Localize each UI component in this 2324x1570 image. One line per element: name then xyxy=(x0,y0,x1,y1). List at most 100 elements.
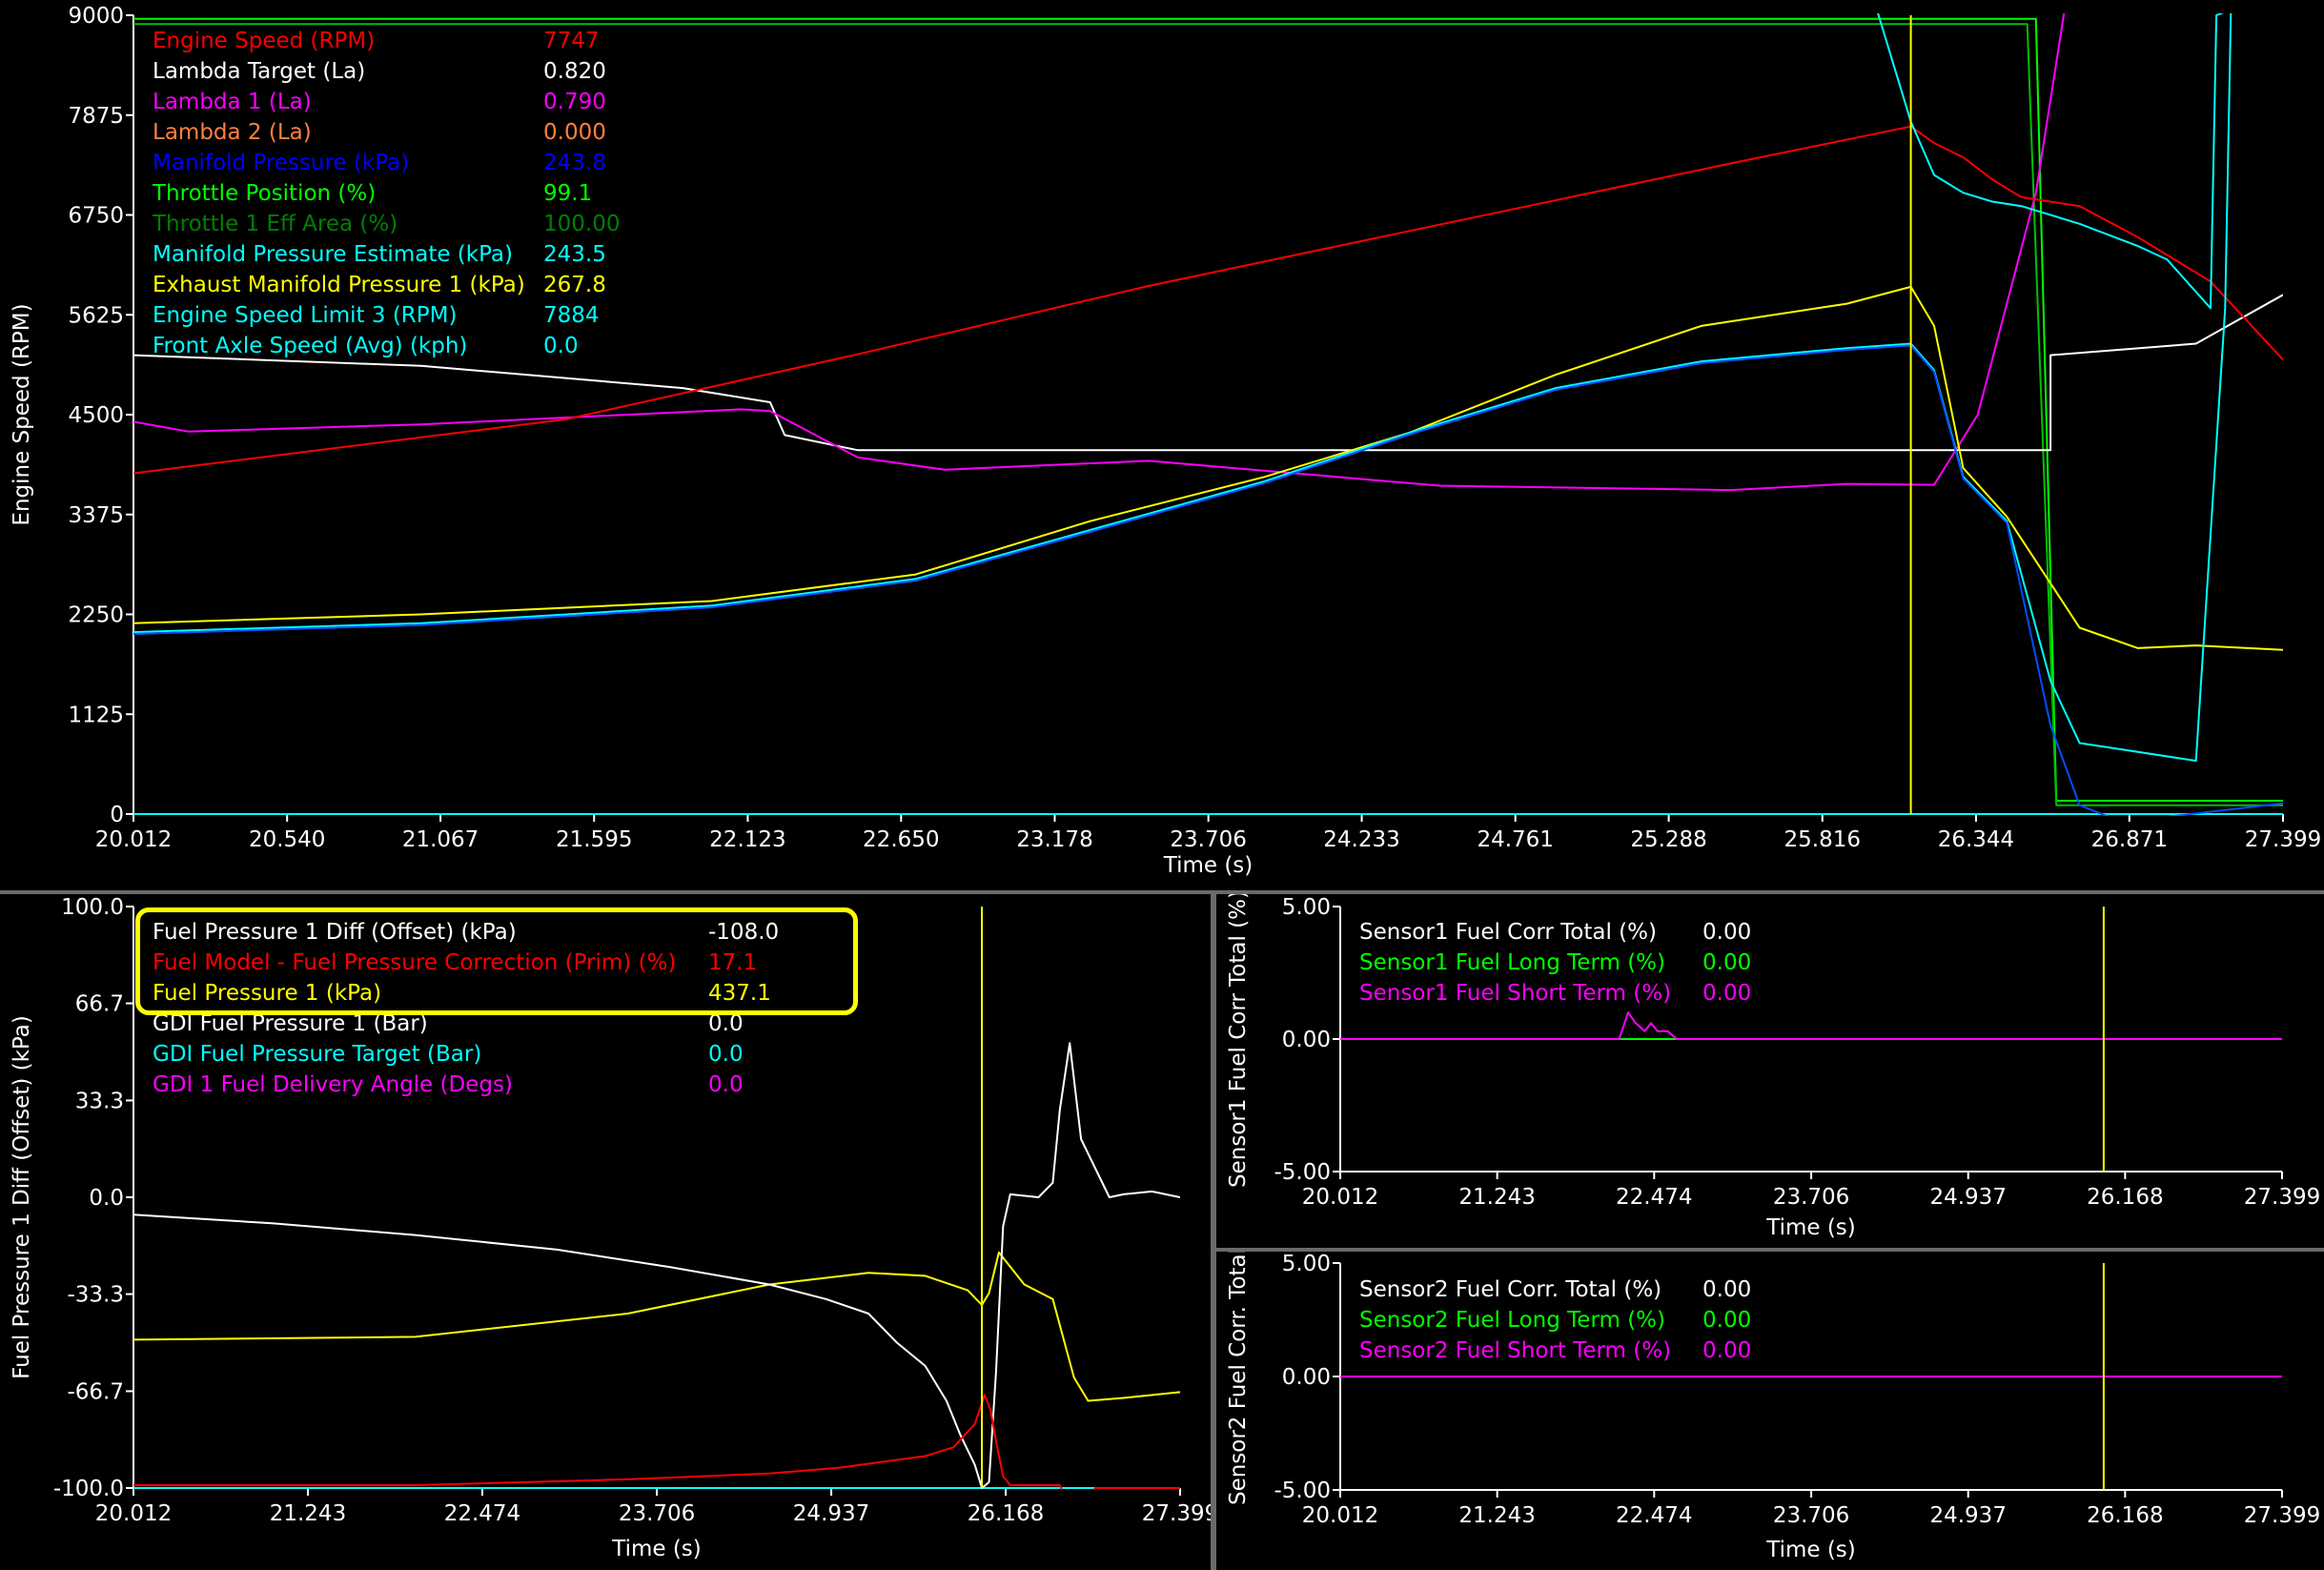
series-line-2 xyxy=(133,23,2283,806)
sensor1-fuel-corr-chart-panel[interactable]: 5.00 0.00 -5.00 20.012 21.243 22.474 23.706 24.… xyxy=(1216,894,2324,1248)
x-tick-label: 26.168 xyxy=(2087,1185,2163,1210)
legend-value: 0.00 xyxy=(1702,1338,1751,1363)
legend-label: Throttle Position (%) xyxy=(152,181,376,206)
y-tick-label: 100.0 xyxy=(61,895,124,920)
legend-label: GDI Fuel Pressure Target (Bar) xyxy=(153,1042,481,1067)
legend-label: Sensor1 Fuel Long Term (%) xyxy=(1359,950,1665,975)
y-tick-label: 5625 xyxy=(68,303,124,328)
x-tick-label: 25.288 xyxy=(1630,827,1706,852)
x-tick-label: 27.399 xyxy=(2244,1503,2320,1528)
series-line-1 xyxy=(133,1251,1180,1402)
legend-label: Manifold Pressure (kPa) xyxy=(153,151,409,175)
x-axis-label: Time (s) xyxy=(1163,853,1254,878)
y-axis-label: Sensor2 Fuel Corr. Total xyxy=(1226,1252,1251,1505)
x-axis-label: Time (s) xyxy=(1765,1538,1856,1562)
x-tick-label: 26.871 xyxy=(2091,827,2168,852)
x-tick-label: 20.012 xyxy=(95,1501,172,1526)
y-tick-label: -100.0 xyxy=(53,1477,124,1501)
series-line-2 xyxy=(133,1042,1180,1489)
y-tick-label: 5.00 xyxy=(1282,895,1331,920)
y-tick-label: 1125 xyxy=(68,703,124,727)
vertical-divider[interactable] xyxy=(1211,894,1216,1570)
y-axis-label: Fuel Pressure 1 Diff (Offset) (kPa) xyxy=(10,1015,34,1379)
y-axis-label: Sensor1 Fuel Corr Total (%) xyxy=(1226,894,1251,1188)
legend-value: 243.5 xyxy=(543,242,606,267)
y-tick-label: 4500 xyxy=(68,403,124,428)
y-tick-label: -5.00 xyxy=(1274,1478,1331,1503)
legend-value: 0.00 xyxy=(1702,1277,1751,1302)
x-tick-label: 27.399 xyxy=(2244,1185,2320,1210)
legend-label: GDI 1 Fuel Delivery Angle (Degs) xyxy=(153,1072,513,1097)
engine-chart-panel[interactable]: 9000 7875 6750 5625 4500 3375 2250 1125 0 20.012 2… xyxy=(0,0,2324,890)
engine-chart-svg[interactable]: 9000 7875 6750 5625 4500 3375 2250 1125 020.012 2… xyxy=(0,0,2324,890)
x-tick-label: 22.474 xyxy=(1616,1503,1692,1528)
x-tick-label: 20.540 xyxy=(249,827,325,852)
x-tick-label: 22.123 xyxy=(709,827,785,852)
y-tick-label: 0.0 xyxy=(89,1186,124,1211)
sensor2-fuel-corr-chart-panel[interactable]: 5.00 0.00 -5.00 20.012 21.243 22.474 23.706 24.… xyxy=(1216,1252,2324,1570)
series-line-1 xyxy=(133,17,2283,802)
legend-label: Lambda Target (La) xyxy=(153,59,365,84)
x-tick-label: 21.243 xyxy=(1458,1503,1535,1528)
legend-label: Engine Speed Limit 3 (RPM) xyxy=(153,303,457,328)
legend-value: 7747 xyxy=(543,29,600,53)
legend-value: 100.00 xyxy=(543,212,620,236)
y-tick-label: -33.3 xyxy=(67,1283,124,1308)
legend-label: Lambda 1 (La) xyxy=(153,90,312,114)
x-tick-label: 20.012 xyxy=(95,827,172,852)
x-tick-label: 20.012 xyxy=(1302,1503,1378,1528)
horizontal-divider[interactable] xyxy=(0,890,2324,894)
legend-value: 0.00 xyxy=(1702,950,1751,975)
right-horizontal-divider[interactable] xyxy=(1216,1248,2324,1252)
legend-value: 0.00 xyxy=(1702,981,1751,1006)
series-line-9 xyxy=(133,344,2283,816)
x-tick-label: 25.816 xyxy=(1784,827,1861,852)
legend-highlight-box xyxy=(135,907,858,1015)
x-axis-label: Time (s) xyxy=(611,1537,702,1561)
y-tick-label: -66.7 xyxy=(67,1379,124,1404)
legend-label: Throttle 1 Eff Area (%) xyxy=(152,212,398,236)
y-tick-label: 33.3 xyxy=(75,1089,124,1113)
legend-value: 267.8 xyxy=(543,273,606,297)
x-tick-label: 27.399 xyxy=(2245,827,2321,852)
series-line-5 xyxy=(133,125,2283,475)
series-line-7 xyxy=(133,13,2232,763)
x-tick-label: 26.168 xyxy=(968,1501,1044,1526)
legend-value: 0.00 xyxy=(1702,1308,1751,1333)
y-tick-label: 0.00 xyxy=(1282,1028,1331,1052)
x-tick-label: 23.706 xyxy=(619,1501,695,1526)
sensor1-chart-svg[interactable]: 5.00 0.00 -5.0020.012 21.243 22.474 23.706 24.… xyxy=(1216,894,2324,1248)
x-tick-label: 21.243 xyxy=(1458,1185,1535,1210)
legend-label: Sensor1 Fuel Short Term (%) xyxy=(1359,981,1671,1006)
x-tick-label: 21.595 xyxy=(556,827,632,852)
legend-label: Sensor2 Fuel Short Term (%) xyxy=(1359,1338,1671,1363)
y-tick-label: 9000 xyxy=(68,4,124,29)
legend-value: 0.0 xyxy=(708,1042,744,1067)
x-tick-label: 24.937 xyxy=(1929,1503,2006,1528)
x-tick-label: 27.399 xyxy=(1142,1501,1211,1526)
legend-value: 0.820 xyxy=(543,59,606,84)
legend-label: Sensor1 Fuel Corr Total (%) xyxy=(1359,920,1657,945)
x-tick-label: 23.706 xyxy=(1773,1503,1849,1528)
x-tick-label: 24.937 xyxy=(793,1501,869,1526)
x-tick-label: 20.012 xyxy=(1302,1185,1378,1210)
x-tick-label: 26.168 xyxy=(2087,1503,2163,1528)
x-tick-label: 21.243 xyxy=(270,1501,346,1526)
legend-label: Engine Speed (RPM) xyxy=(153,29,375,53)
y-tick-label: 0.00 xyxy=(1282,1365,1331,1390)
y-tick-label: 6750 xyxy=(68,204,124,229)
y-tick-label: 7875 xyxy=(68,104,124,129)
series-line-1 xyxy=(1340,1011,2282,1040)
legend-label: Front Axle Speed (Avg) (kph) xyxy=(153,334,467,358)
legend-label: Exhaust Manifold Pressure 1 (kPa) xyxy=(153,273,525,297)
x-tick-label: 26.344 xyxy=(1938,827,2014,852)
y-tick-label: 2250 xyxy=(68,603,124,628)
legend-label: Lambda 2 (La) xyxy=(153,120,312,145)
y-tick-label: 5.00 xyxy=(1282,1252,1331,1276)
y-tick-label: 3375 xyxy=(68,503,124,528)
sensor2-chart-svg[interactable]: 5.00 0.00 -5.0020.012 21.243 22.474 23.706 24.… xyxy=(1216,1252,2324,1570)
x-tick-label: 21.067 xyxy=(402,827,479,852)
y-axis-label: Engine Speed (RPM) xyxy=(10,303,34,525)
legend-value: 99.1 xyxy=(543,181,592,206)
x-tick-label: 24.937 xyxy=(1929,1185,2006,1210)
